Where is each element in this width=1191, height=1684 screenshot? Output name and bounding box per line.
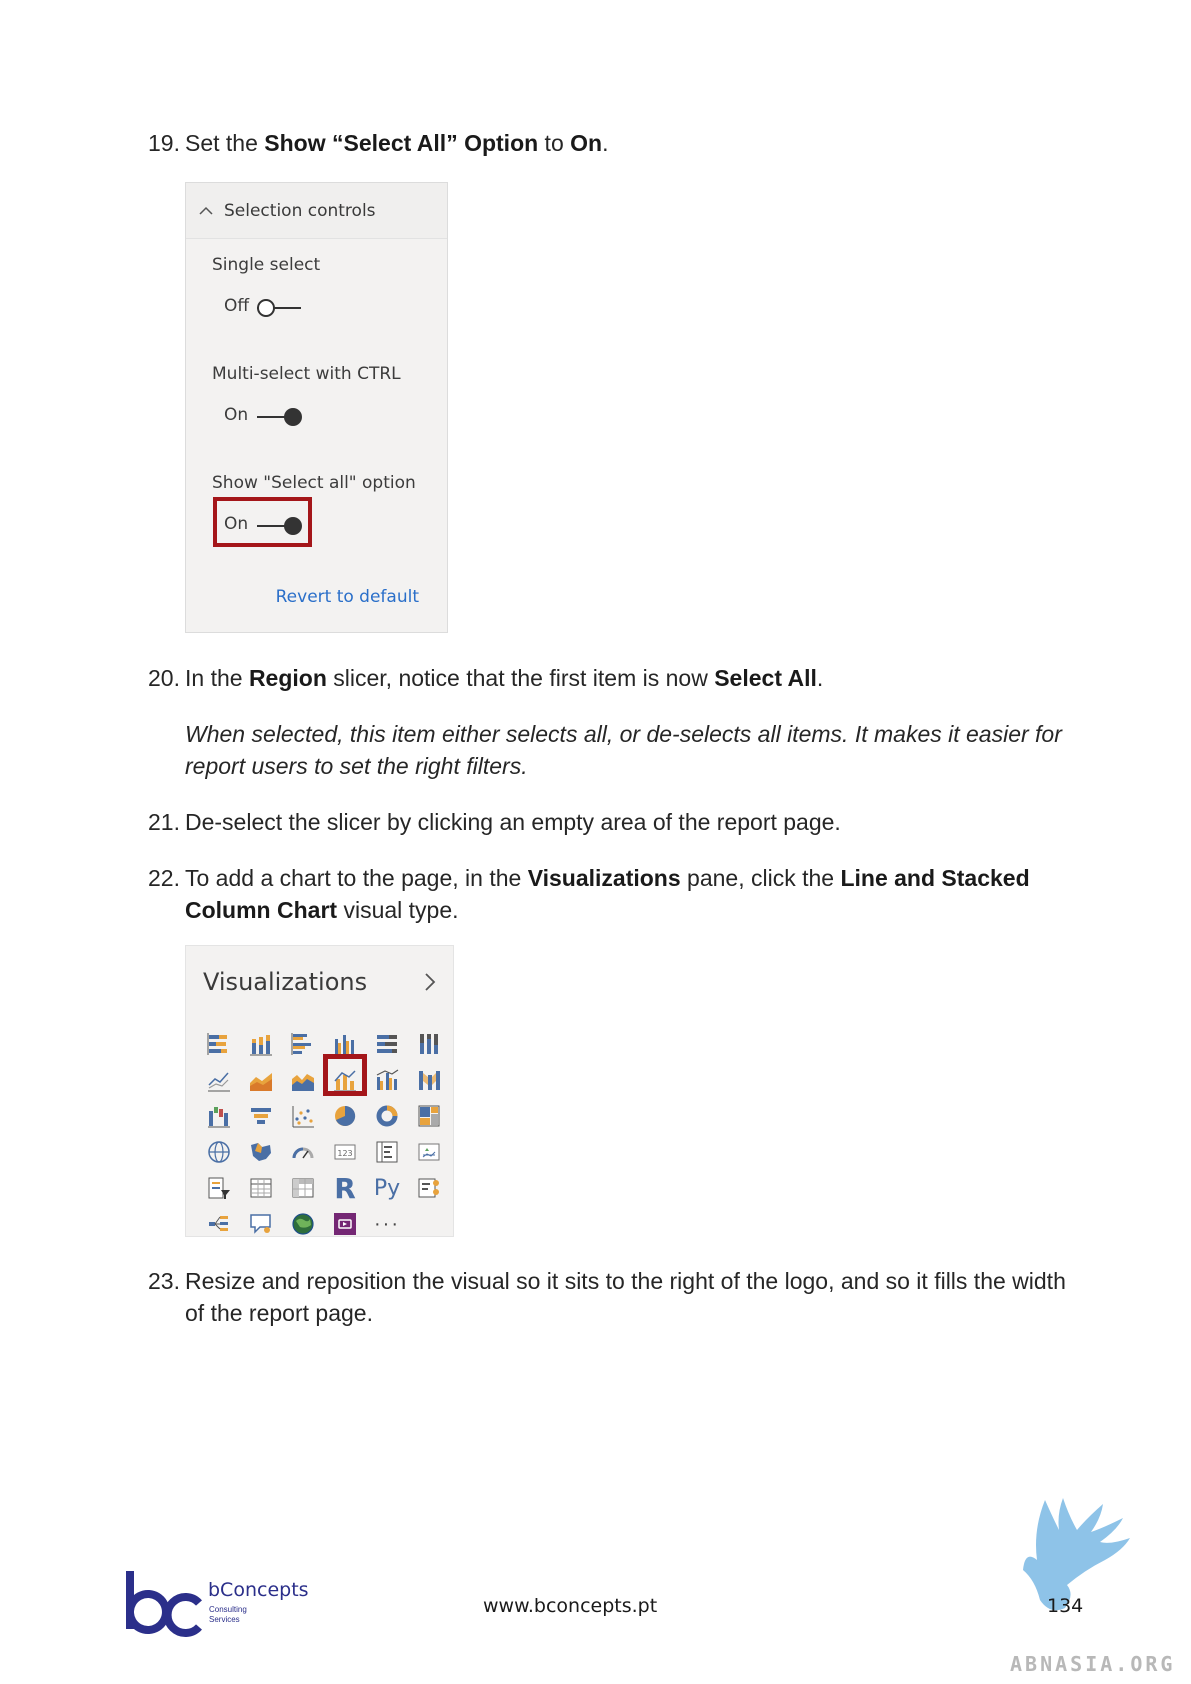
step-19: 19. Set the Show “Select All” Option to … xyxy=(148,127,1078,159)
100-stacked-column-chart-icon[interactable] xyxy=(408,1026,450,1062)
single-select-toggle[interactable]: Off xyxy=(224,294,304,322)
step-text: In the Region slicer, notice that the fi… xyxy=(185,665,824,691)
step-text: Set the Show “Select All” Option to On. xyxy=(185,130,609,156)
scatter-chart-icon[interactable] xyxy=(282,1098,324,1134)
chevron-up-icon xyxy=(199,206,213,215)
svg-text:123: 123 xyxy=(337,1149,352,1158)
footer-url: www.bconcepts.pt xyxy=(483,1595,658,1617)
step-number: 20. xyxy=(148,665,180,691)
step-20-note: When selected, this item either selects … xyxy=(185,721,1062,779)
qa-icon[interactable] xyxy=(240,1206,282,1242)
area-chart-icon[interactable] xyxy=(240,1062,282,1098)
toggle-knob xyxy=(284,408,302,426)
page-number: 134 xyxy=(1047,1595,1084,1617)
selection-controls-header[interactable]: Selection controls xyxy=(186,183,447,239)
brand-subtitle: Consulting Services xyxy=(209,1605,247,1624)
r-visual-icon[interactable]: R xyxy=(324,1170,366,1206)
ribbon-chart-icon[interactable] xyxy=(408,1062,450,1098)
gauge-icon[interactable] xyxy=(282,1134,324,1170)
visualizations-title: Visualizations xyxy=(203,968,368,996)
bc-logo-mark xyxy=(126,1571,202,1637)
step-text: Resize and reposition the visual so it s… xyxy=(185,1268,1066,1326)
watermark-text: ABNASIA.ORG xyxy=(1010,1652,1176,1676)
multi-select-label: Multi-select with CTRL xyxy=(212,364,401,384)
step-23: 23. Resize and reposition the visual so … xyxy=(148,1265,1078,1329)
chevron-right-icon[interactable] xyxy=(423,972,437,992)
100-stacked-bar-chart-icon[interactable] xyxy=(366,1026,408,1062)
line-and-clustered-column-chart-icon[interactable] xyxy=(366,1062,408,1098)
watermark-bird-logo xyxy=(1023,1498,1130,1611)
kpi-icon[interactable] xyxy=(408,1134,450,1170)
stacked-area-chart-icon[interactable] xyxy=(282,1062,324,1098)
show-select-all-label: Show "Select all" option xyxy=(212,473,416,493)
toggle-state: On xyxy=(224,405,249,425)
python-visual-icon[interactable]: Py xyxy=(366,1170,408,1206)
toggle-state: Off xyxy=(224,296,250,316)
power-apps-icon[interactable] xyxy=(324,1206,366,1242)
decomposition-tree-icon[interactable] xyxy=(198,1206,240,1242)
step-22: 22. To add a chart to the page, in the V… xyxy=(148,862,1078,926)
line-and-stacked-column-chart-icon[interactable] xyxy=(323,1054,367,1098)
revert-to-default-link[interactable]: Revert to default xyxy=(276,587,419,607)
step-number: 22. xyxy=(148,865,180,891)
step-text: To add a chart to the page, in the Visua… xyxy=(185,865,1030,923)
stacked-column-chart-icon[interactable] xyxy=(240,1026,282,1062)
brand-name: bConcepts xyxy=(208,1579,309,1601)
slicer-icon[interactable] xyxy=(198,1170,240,1206)
bconcepts-logo: bConcepts Consulting Services xyxy=(125,1569,315,1639)
step-number: 19. xyxy=(148,130,180,156)
step-text: De-select the slicer by clicking an empt… xyxy=(185,809,841,835)
toggle-knob xyxy=(257,299,275,317)
selection-controls-title: Selection controls xyxy=(224,201,376,221)
step-21: 21. De-select the slicer by clicking an … xyxy=(148,806,1078,838)
card-icon[interactable]: 123 xyxy=(324,1134,366,1170)
clustered-bar-chart-icon[interactable] xyxy=(282,1026,324,1062)
arcgis-map-icon[interactable] xyxy=(282,1206,324,1242)
visualizations-pane: Visualizations 123 R Py ··· xyxy=(185,945,454,1237)
step-number: 21. xyxy=(148,809,180,835)
more-visuals-icon[interactable]: ··· xyxy=(366,1206,408,1242)
funnel-icon[interactable] xyxy=(240,1098,282,1134)
matrix-icon[interactable] xyxy=(282,1170,324,1206)
table-icon[interactable] xyxy=(240,1170,282,1206)
filled-map-icon[interactable] xyxy=(240,1134,282,1170)
selection-controls-panel: Selection controls Single select Off Mul… xyxy=(185,182,448,633)
visual-types-grid: 123 R Py ··· xyxy=(198,1026,450,1242)
waterfall-chart-icon[interactable] xyxy=(198,1098,240,1134)
line-chart-icon[interactable] xyxy=(198,1062,240,1098)
step-20: 20. In the Region slicer, notice that th… xyxy=(148,662,1078,694)
key-influencers-icon[interactable] xyxy=(408,1170,450,1206)
multi-row-card-icon[interactable] xyxy=(366,1134,408,1170)
treemap-icon[interactable] xyxy=(408,1098,450,1134)
single-select-label: Single select xyxy=(212,255,321,275)
donut-chart-icon[interactable] xyxy=(366,1098,408,1134)
map-icon[interactable] xyxy=(198,1134,240,1170)
step-number: 23. xyxy=(148,1268,180,1294)
pie-chart-icon[interactable] xyxy=(324,1098,366,1134)
highlight-box xyxy=(213,497,312,547)
stacked-bar-chart-icon[interactable] xyxy=(198,1026,240,1062)
multi-select-toggle[interactable]: On xyxy=(224,403,304,431)
